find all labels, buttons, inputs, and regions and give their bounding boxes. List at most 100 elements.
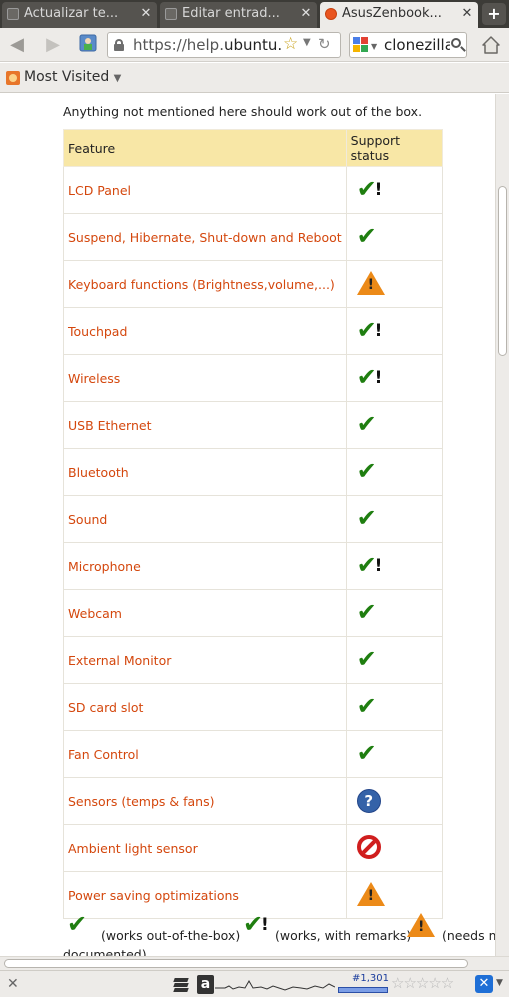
vertical-scrollbar[interactable]: [495, 94, 509, 956]
status-cell: [345, 589, 443, 637]
new-tab-button[interactable]: +: [482, 3, 506, 25]
table-row: Touchpad: [63, 307, 443, 355]
horizontal-scrollbar[interactable]: [0, 956, 509, 970]
search-value: clonezilla: [384, 36, 450, 54]
tab-label: Editar entrad...: [182, 6, 280, 21]
status-cell: [345, 495, 443, 543]
most-visited-menu[interactable]: Most Visited ▼: [24, 69, 121, 85]
tab-strip: Actualizar te... ✕ Editar entrad... ✕ As…: [0, 0, 509, 28]
page-icon: [7, 8, 19, 20]
bookmark-star-icon[interactable]: ☆: [283, 34, 298, 54]
legend-works-remarks: (works, with remarks): [275, 928, 412, 943]
feature-link[interactable]: Fan Control: [63, 730, 347, 778]
address-bar[interactable]: https://help.ubuntu.co ☆ ▼ ↻: [107, 32, 341, 58]
table-row: Fan Control: [63, 730, 443, 778]
table-row: Sensors (temps & fans)?: [63, 777, 443, 825]
page-content: Anything not mentioned here should work …: [0, 94, 495, 956]
feature-link[interactable]: Touchpad: [63, 307, 347, 355]
url-text: https://help.ubuntu.co: [133, 36, 283, 54]
status-cell: [345, 213, 443, 261]
status-cell: [345, 683, 443, 731]
tab-actualizar[interactable]: Actualizar te... ✕: [2, 2, 157, 28]
status-cell: [345, 307, 443, 355]
status-cell: [345, 448, 443, 496]
feature-link[interactable]: Webcam: [63, 589, 347, 637]
table-row: Ambient light sensor: [63, 824, 443, 872]
reload-icon[interactable]: ↻: [318, 35, 331, 53]
feature-link[interactable]: Sound: [63, 495, 347, 543]
google-icon[interactable]: [353, 37, 369, 53]
status-cell: ?: [345, 777, 443, 825]
chevron-down-icon[interactable]: ▼: [496, 978, 503, 988]
chevron-down-icon[interactable]: ▼: [303, 37, 311, 48]
status-cell: [345, 824, 443, 872]
table-row: SD card slot: [63, 683, 443, 731]
table-row: Wireless: [63, 354, 443, 402]
tab-editar[interactable]: Editar entrad... ✕: [160, 2, 317, 28]
feature-link[interactable]: External Monitor: [63, 636, 347, 684]
chevron-down-icon: ▼: [113, 73, 122, 84]
alexa-rank[interactable]: #1,301: [338, 973, 389, 994]
table-row: Bluetooth: [63, 448, 443, 496]
search-icon[interactable]: [451, 38, 461, 48]
close-tab-icon[interactable]: ✕: [139, 2, 153, 26]
home-icon[interactable]: [480, 34, 502, 56]
navigation-toolbar: ◀ ▶ https://help.ubuntu.co ☆ ▼ ↻ ▼ clone…: [0, 28, 509, 62]
feature-link[interactable]: Ambient light sensor: [63, 824, 347, 872]
site-identity-icon[interactable]: [77, 34, 99, 56]
table-row: Suspend, Hibernate, Shut-down and Reboot: [63, 213, 443, 261]
table-header-row: Feature Support status: [63, 129, 443, 167]
feature-link[interactable]: Bluetooth: [63, 448, 347, 496]
rating-stars-icon[interactable]: ☆☆☆☆☆: [391, 974, 454, 992]
status-cell: [345, 542, 443, 590]
no-entry-icon: [356, 834, 381, 859]
feature-link[interactable]: Microphone: [63, 542, 347, 590]
intro-text: Anything not mentioned here should work …: [63, 104, 423, 119]
feature-link[interactable]: Sensors (temps & fans): [63, 777, 347, 825]
close-icon[interactable]: ✕: [7, 976, 19, 992]
vertical-scroll-thumb[interactable]: [498, 186, 507, 356]
status-cell: !: [345, 871, 443, 919]
check-icon: [357, 223, 383, 249]
status-cell: [345, 730, 443, 778]
engine-dropdown-icon[interactable]: ▼: [371, 42, 377, 51]
check-icon: [357, 411, 383, 437]
table-row: External Monitor: [63, 636, 443, 684]
feature-link[interactable]: SD card slot: [63, 683, 347, 731]
most-visited-icon: [6, 71, 20, 85]
feature-link[interactable]: Keyboard functions (Brightness,volume,..…: [63, 260, 347, 308]
check-icon: [357, 740, 383, 766]
check-icon: [357, 505, 383, 531]
feature-link[interactable]: LCD Panel: [63, 166, 347, 214]
table-row: Sound: [63, 495, 443, 543]
warning-icon: !: [356, 881, 385, 906]
tab-asuszenbook[interactable]: AsusZenbook... ✕: [320, 2, 478, 28]
support-table: Feature Support status LCD PanelSuspend,…: [63, 129, 443, 919]
close-tab-icon[interactable]: ✕: [299, 2, 313, 26]
extension-icon[interactable]: ✕: [475, 975, 493, 993]
status-bar: ✕ a #1,301 ☆☆☆☆☆ ✕ ▼: [0, 970, 509, 997]
table-row: Keyboard functions (Brightness,volume,..…: [63, 260, 443, 308]
search-input[interactable]: ▼ clonezilla: [349, 32, 467, 58]
layers-icon[interactable]: [173, 977, 189, 993]
tab-label: Actualizar te...: [24, 6, 119, 21]
ubuntu-icon: [325, 8, 337, 20]
status-cell: [345, 636, 443, 684]
horizontal-scroll-thumb[interactable]: [4, 959, 468, 968]
tab-label: AsusZenbook...: [342, 6, 442, 21]
legend-continuation: documented): [63, 947, 147, 956]
feature-link[interactable]: Power saving optimizations: [63, 871, 347, 919]
forward-arrow-icon[interactable]: ▶: [42, 34, 64, 56]
feature-link[interactable]: Suspend, Hibernate, Shut-down and Reboot: [63, 213, 347, 261]
status-cell: !: [345, 260, 443, 308]
alexa-icon[interactable]: a: [197, 975, 214, 994]
feature-link[interactable]: Wireless: [63, 354, 347, 402]
check-icon: [357, 693, 383, 719]
header-feature: Feature: [63, 129, 347, 167]
check-remarks-icon: [357, 552, 383, 578]
bookmarks-toolbar: Most Visited ▼: [0, 63, 509, 93]
close-tab-icon[interactable]: ✕: [460, 2, 474, 26]
check-icon: [67, 911, 93, 937]
back-arrow-icon[interactable]: ◀: [6, 34, 28, 56]
feature-link[interactable]: USB Ethernet: [63, 401, 347, 449]
